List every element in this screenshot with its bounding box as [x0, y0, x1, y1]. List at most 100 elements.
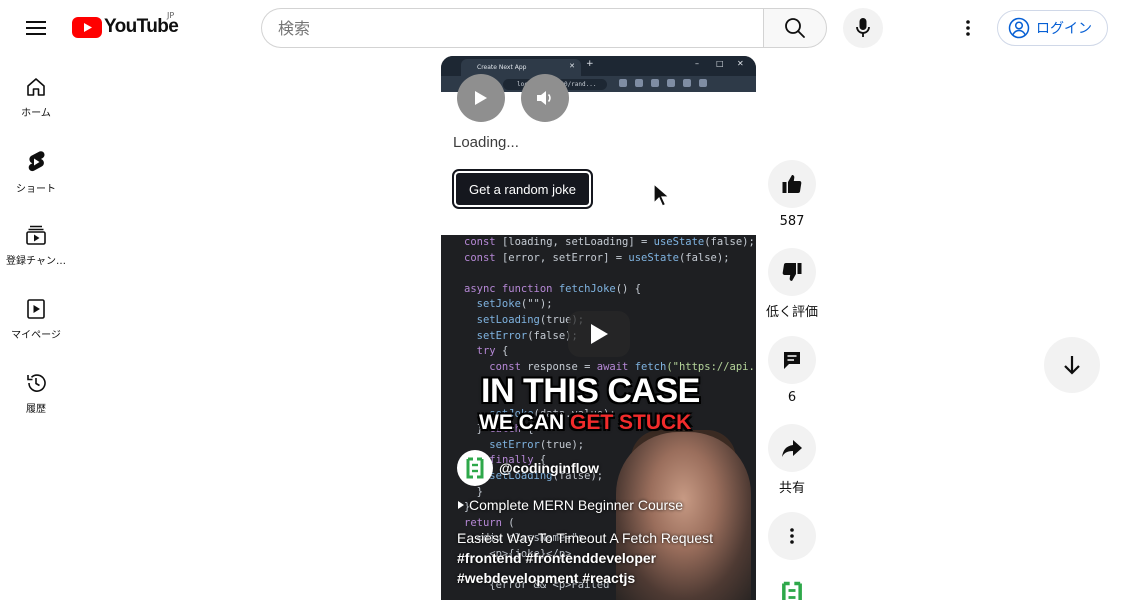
voice-search-button[interactable] — [843, 8, 883, 48]
code-token: () { — [615, 282, 642, 295]
subscriptions-icon — [26, 225, 46, 245]
get-joke-button: Get a random joke — [452, 169, 593, 209]
code-token: { — [501, 345, 509, 358]
vertical-dots-icon — [966, 20, 970, 36]
extension-icon — [683, 79, 691, 87]
code-line: setLoading(true); — [464, 313, 584, 328]
thumbs-up-icon — [782, 175, 802, 193]
logo-country-code: JP — [167, 11, 175, 20]
settings-more-button[interactable] — [948, 8, 988, 48]
search-input[interactable] — [278, 9, 748, 47]
sidebar-item-subscriptions[interactable]: 登録チャン… — [4, 204, 68, 276]
share-button[interactable] — [768, 424, 816, 472]
sidebar-item-home[interactable]: ホーム — [4, 56, 68, 128]
guide-menu-button[interactable] — [16, 8, 56, 48]
center-play-button[interactable] — [568, 311, 630, 357]
extension-icon — [651, 79, 659, 87]
shorts-video-player[interactable]: Create Next App ✕ + – □ ✕ localhost:3000… — [441, 56, 756, 600]
vertical-dots-icon — [790, 528, 794, 544]
share-label: 共有 — [778, 481, 805, 496]
code-token: (""); — [520, 298, 553, 311]
thumbs-down-icon — [782, 263, 802, 281]
code-token: setJoke — [464, 298, 521, 311]
video-title[interactable]: Easiest Way To Timeout A Fetch Request — [457, 530, 713, 546]
code-line: try { — [464, 344, 509, 359]
volume-icon — [537, 91, 551, 105]
code-token: ( — [508, 516, 515, 529]
sidebar-item-history[interactable]: 履歴 — [4, 352, 68, 424]
code-token: } — [464, 485, 483, 498]
code-token: useState — [653, 236, 705, 248]
browser-tab-title: Create Next App — [477, 64, 527, 71]
sidebar-item-label: 履歴 — [26, 404, 46, 415]
window-close-icon: ✕ — [737, 59, 744, 68]
code-token: setLoading — [464, 314, 540, 326]
coding-in-flow-logo-icon — [782, 581, 802, 600]
code-token: (true); — [539, 438, 585, 451]
arrow-down-icon — [1064, 356, 1080, 375]
comment-count: 6 — [787, 390, 797, 405]
video-hashtags[interactable]: #frontend #frontenddeveloper — [457, 550, 656, 566]
code-line: setJoke(""); — [464, 297, 553, 312]
related-course-link[interactable]: Complete MERN Beginner Course — [457, 497, 683, 513]
channel-handle[interactable]: @codinginflow — [499, 460, 599, 476]
library-icon — [27, 299, 45, 319]
sidebar-item-label: 登録チャン… — [6, 256, 66, 267]
dislike-button[interactable] — [768, 248, 816, 296]
sidebar-item-label: ホーム — [21, 108, 51, 119]
code-token: fetch — [634, 360, 667, 373]
mini-guide: ホーム ショート 登録チャン… マイページ 履歴 — [0, 56, 72, 600]
code-token: await — [596, 360, 635, 373]
new-tab-icon: + — [586, 59, 594, 69]
search-button[interactable] — [763, 8, 827, 48]
tab-close-icon: ✕ — [569, 62, 575, 70]
next-video-button[interactable] — [1044, 337, 1100, 393]
youtube-play-logo-icon — [72, 16, 102, 38]
hamburger-icon — [26, 21, 46, 35]
get-joke-button-label: Get a random joke — [469, 181, 576, 197]
code-line: const [error, setError] = useState(false… — [464, 251, 730, 266]
play-control-button[interactable] — [457, 74, 505, 122]
extension-icon — [667, 79, 675, 87]
comment-icon — [784, 352, 800, 369]
like-button[interactable] — [768, 160, 816, 208]
microphone-icon — [856, 18, 870, 37]
code-token: try — [464, 345, 502, 358]
caption-line-2-white: WE CAN — [479, 411, 570, 434]
sidebar-item-shorts[interactable]: ショート — [4, 130, 68, 202]
play-icon — [591, 324, 608, 344]
channel-avatar[interactable] — [457, 450, 493, 486]
extension-icon — [619, 79, 627, 87]
video-hashtags[interactable]: #webdevelopment #reactjs — [457, 570, 635, 586]
code-token: (false); — [704, 236, 755, 248]
search-icon — [785, 18, 805, 38]
code-line: const [loading, setLoading] = useState(f… — [464, 235, 755, 250]
browser-titlebar: Create Next App ✕ + – □ ✕ — [441, 56, 756, 76]
coding-in-flow-logo-icon — [466, 457, 484, 479]
volume-control-button[interactable] — [521, 74, 569, 122]
code-token: useState — [628, 251, 679, 264]
code-token: return — [464, 516, 509, 529]
demo-app-area: Loading... Get a random joke — [441, 74, 756, 235]
code-line: return ( — [464, 516, 515, 531]
related-course-label: Complete MERN Beginner Course — [469, 497, 683, 513]
presenter-image — [616, 432, 751, 600]
maximize-icon: □ — [716, 59, 724, 68]
browser-extension-icons — [619, 79, 707, 87]
masthead: YouTube JP ログイン — [0, 0, 1124, 56]
code-token: setError — [464, 438, 540, 451]
comments-button[interactable] — [768, 336, 816, 384]
code-token: [error, setError] = — [501, 251, 629, 264]
more-actions-button[interactable] — [768, 512, 816, 560]
sidebar-item-library[interactable]: マイページ — [4, 278, 68, 350]
code-token: response = — [527, 360, 597, 373]
youtube-logo[interactable]: YouTube JP — [72, 11, 179, 39]
account-circle-icon — [1008, 17, 1030, 39]
extension-icon — [635, 79, 643, 87]
code-token: (false); — [678, 251, 730, 264]
channel-thumbnail[interactable] — [778, 580, 806, 600]
login-button[interactable]: ログイン — [997, 10, 1108, 46]
code-token: [loading, setLoading] = — [501, 236, 654, 248]
code-token: const — [464, 360, 528, 373]
code-token: async function — [464, 282, 559, 295]
